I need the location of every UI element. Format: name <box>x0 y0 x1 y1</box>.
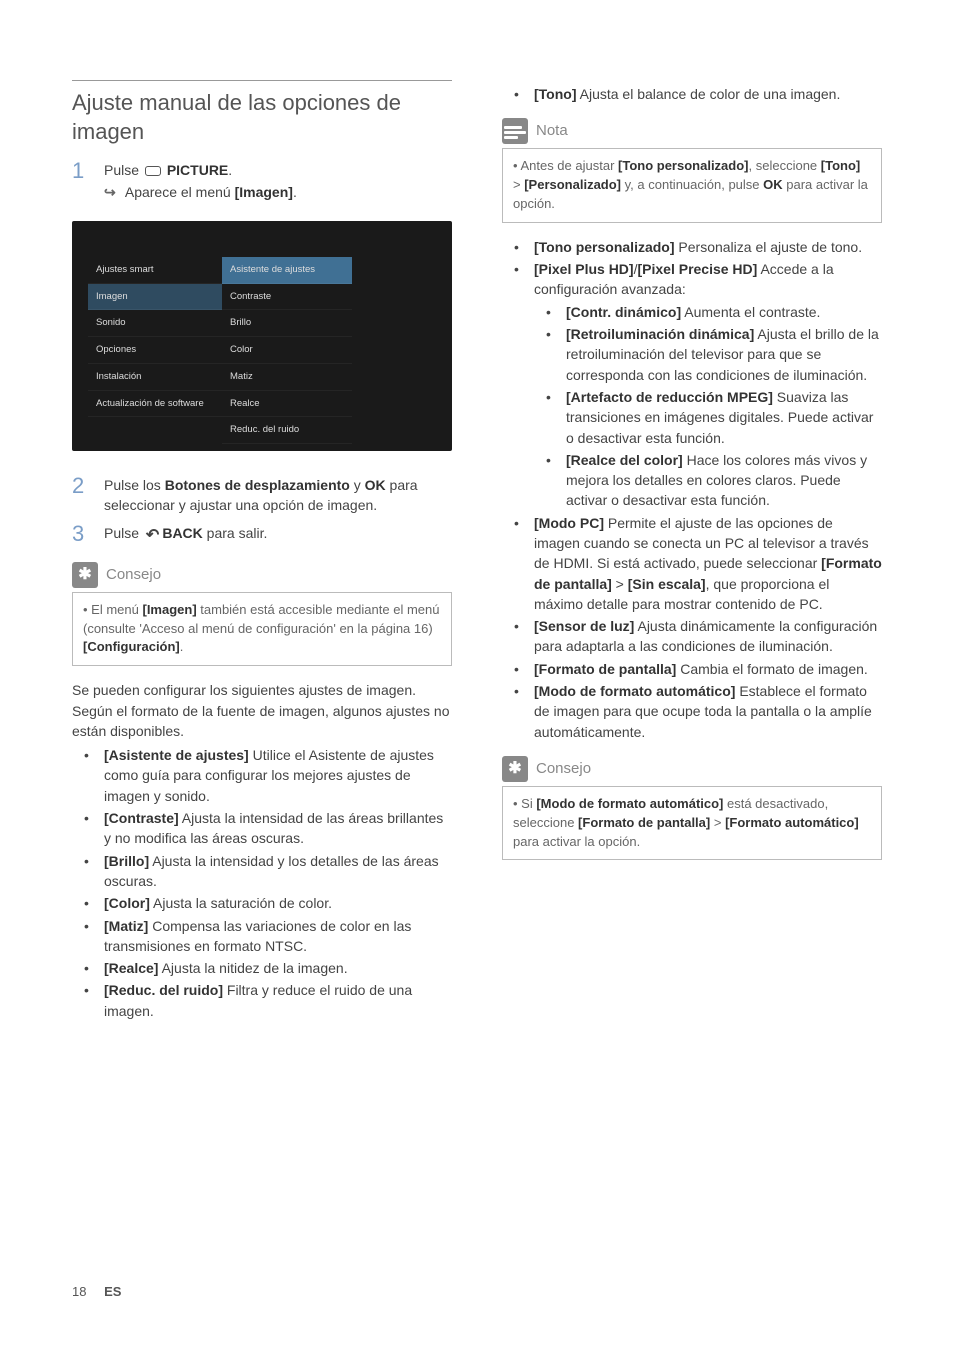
menu-item: Contraste <box>222 284 352 311</box>
settings-list-right: [Tono personalizado] Personaliza el ajus… <box>502 237 882 742</box>
step1-sub: Aparece el menú [Imagen]. <box>104 182 452 202</box>
page-footer: 18 ES <box>72 1283 121 1302</box>
menu-item: Reduc. del ruido <box>222 417 352 444</box>
menu-item: Instalación <box>88 364 222 391</box>
step-number: 1 <box>72 158 104 203</box>
tip-icon <box>72 562 98 588</box>
step-2: 2 Pulse los Botones de desplazamiento y … <box>72 473 452 516</box>
tip-icon <box>502 756 528 782</box>
menu-item: Tono <box>222 444 352 451</box>
menu-item: Brillo <box>222 310 352 337</box>
settings-list-right-top: [Tono] Ajusta el balance de color de una… <box>502 84 882 104</box>
settings-list-left: [Asistente de ajustes] Utilice el Asiste… <box>72 745 452 1021</box>
step-number: 2 <box>72 473 104 516</box>
menu-item: Opciones <box>88 337 222 364</box>
step1-prefix: Pulse <box>104 162 143 178</box>
tv-menu-left: Ajustes smart Imagen Sonido Opciones Ins… <box>88 257 222 418</box>
picture-button-icon <box>145 166 161 176</box>
tip-title: Consejo <box>106 564 161 586</box>
tv-menu-right: Asistente de ajustes Contraste Brillo Co… <box>222 257 352 451</box>
advanced-sublist: [Contr. dinámico] Aumenta el contraste. … <box>534 302 882 511</box>
menu-item: Ajustes smart <box>88 257 222 284</box>
step-number: 3 <box>72 521 104 547</box>
menu-item: Realce <box>222 391 352 418</box>
menu-item: Color <box>222 337 352 364</box>
back-icon <box>143 525 162 541</box>
intro-paragraph: Se pueden configurar los siguientes ajus… <box>72 680 452 741</box>
menu-item: Matiz <box>222 364 352 391</box>
step-1: 1 Pulse PICTURE. Aparece el menú [Imagen… <box>72 158 452 203</box>
menu-item: Asistente de ajustes <box>222 257 352 284</box>
page-number: 18 <box>72 1284 86 1299</box>
step1-button: PICTURE <box>167 162 228 178</box>
note-callout: Nota Antes de ajustar [Tono personalizad… <box>502 118 882 223</box>
menu-item: Imagen <box>88 284 222 311</box>
section-heading: Ajuste manual de las opciones de imagen <box>72 80 452 146</box>
language-code: ES <box>104 1284 121 1299</box>
menu-item: Actualización de software <box>88 391 222 418</box>
tv-menu-screenshot: Ajustes smart Imagen Sonido Opciones Ins… <box>72 221 452 451</box>
tip-callout: Consejo El menú [Imagen] también está ac… <box>72 562 452 667</box>
note-icon <box>502 118 528 144</box>
menu-item: Sonido <box>88 310 222 337</box>
step-3: 3 Pulse BACK para salir. <box>72 521 452 547</box>
tip-title: Consejo <box>536 758 591 780</box>
tip-callout-2: Consejo Si [Modo de formato automático] … <box>502 756 882 861</box>
note-title: Nota <box>536 120 568 142</box>
